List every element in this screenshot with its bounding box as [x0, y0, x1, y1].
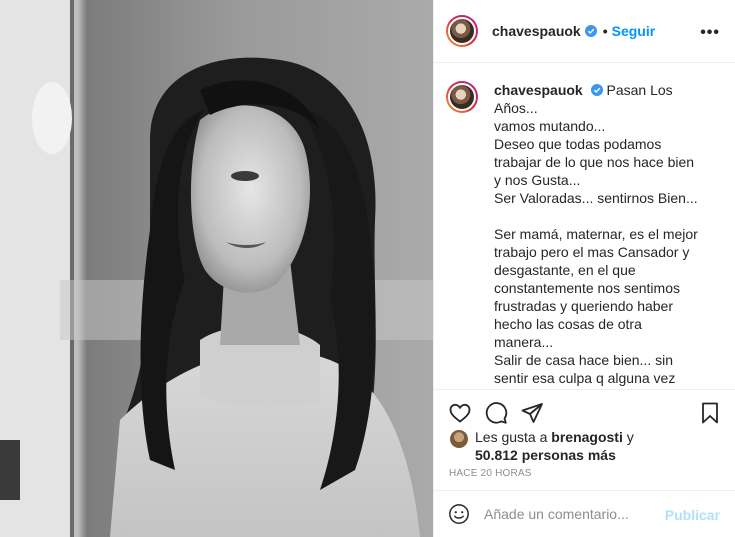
publish-button[interactable]: Publicar: [665, 507, 720, 523]
follow-button[interactable]: Seguir: [612, 23, 656, 39]
post-header: chavespauok • Seguir •••: [434, 0, 735, 63]
liker-avatar[interactable]: [450, 430, 468, 448]
comment-input[interactable]: [484, 506, 664, 522]
post-timestamp[interactable]: HACE 20 HORAS: [449, 468, 532, 479]
likes-count[interactable]: 50.812 personas más: [475, 447, 616, 463]
post-photo[interactable]: [0, 0, 433, 537]
emoji-icon[interactable]: [448, 503, 470, 525]
likes-summary: Les gusta a brenagosti y 50.812 personas …: [450, 428, 730, 464]
caption-username[interactable]: chavespauok: [494, 82, 583, 98]
verified-badge-icon: [590, 84, 603, 96]
comment-icon[interactable]: [484, 401, 508, 425]
liker-username[interactable]: brenagosti: [551, 429, 623, 445]
separator-dot: •: [602, 23, 608, 39]
portrait-image: [0, 0, 433, 537]
post-panel: chavespauok • Seguir ••• chavespauok Pas…: [433, 0, 735, 537]
add-comment-bar: Publicar: [434, 490, 735, 537]
author-username[interactable]: chavespauok: [492, 23, 581, 39]
heart-icon[interactable]: [448, 401, 472, 425]
more-options-button[interactable]: •••: [700, 24, 720, 42]
caption-body: Pasan Los Años... vamos mutando... Deseo…: [494, 82, 698, 389]
caption-avatar[interactable]: [446, 81, 478, 113]
share-icon[interactable]: [520, 401, 544, 425]
likes-prefix: Les gusta a: [475, 429, 552, 445]
likes-text: Les gusta a brenagosti y 50.812 personas …: [475, 428, 634, 464]
verified-badge-icon: [584, 25, 597, 37]
author-avatar[interactable]: [446, 15, 478, 47]
comments-section[interactable]: chavespauok Pasan Los Años... vamos muta…: [434, 63, 735, 389]
likes-join: y: [622, 429, 634, 445]
caption-text: chavespauok Pasan Los Años... vamos muta…: [494, 81, 704, 389]
bookmark-icon[interactable]: [698, 401, 722, 425]
